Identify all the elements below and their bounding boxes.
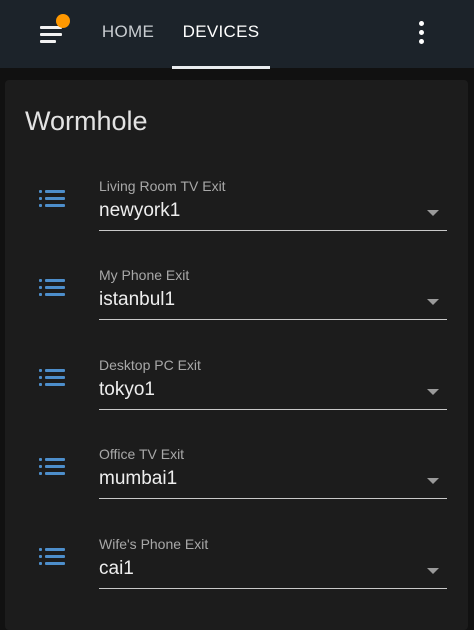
- wormhole-row: Wife's Phone Exit cai1: [5, 536, 468, 618]
- more-vert-icon[interactable]: [408, 18, 434, 50]
- exit-label: Living Room TV Exit: [99, 178, 226, 194]
- wormhole-row: Living Room TV Exit newyork1: [5, 178, 468, 260]
- card-title: Wormhole: [25, 106, 148, 136]
- exit-label: Wife's Phone Exit: [99, 536, 209, 552]
- list-bulleted-icon: [39, 279, 65, 301]
- dropdown-arrow-icon: [427, 210, 439, 216]
- wormhole-row: Desktop PC Exit tokyo1: [5, 357, 468, 439]
- exit-value: mumbai1: [99, 468, 178, 489]
- list-bulleted-icon: [39, 369, 65, 391]
- exit-label: My Phone Exit: [99, 267, 190, 283]
- exit-value: tokyo1: [99, 379, 155, 400]
- dropdown-arrow-icon: [427, 299, 439, 305]
- wormhole-card: Wormhole Living Room TV Exit newyork1 My…: [5, 80, 468, 630]
- exit-select[interactable]: istanbul1: [99, 285, 447, 320]
- notification-dot: [56, 14, 70, 28]
- exit-select[interactable]: newyork1: [99, 196, 447, 231]
- list-bulleted-icon: [39, 190, 65, 212]
- menu-button[interactable]: [34, 14, 70, 50]
- wormhole-row: My Phone Exit istanbul1: [5, 267, 468, 349]
- top-app-bar: HOME DEVICES: [0, 0, 474, 69]
- exit-select[interactable]: tokyo1: [99, 375, 447, 410]
- active-tab-indicator: [172, 66, 270, 69]
- exit-select[interactable]: cai1: [99, 554, 447, 589]
- exit-value: newyork1: [99, 200, 181, 221]
- dropdown-arrow-icon: [427, 568, 439, 574]
- tab-devices[interactable]: DEVICES: [172, 0, 270, 68]
- exit-label: Office TV Exit: [99, 446, 185, 462]
- list-bulleted-icon: [39, 548, 65, 570]
- dropdown-arrow-icon: [427, 478, 439, 484]
- app-root: HOME DEVICES Wormhole Living Room TV Exi…: [0, 0, 474, 630]
- list-bulleted-icon: [39, 458, 65, 480]
- exit-select[interactable]: mumbai1: [99, 464, 447, 499]
- tab-home[interactable]: HOME: [96, 0, 160, 68]
- dropdown-arrow-icon: [427, 389, 439, 395]
- exit-value: istanbul1: [99, 289, 176, 310]
- exit-label: Desktop PC Exit: [99, 357, 201, 373]
- wormhole-row: Office TV Exit mumbai1: [5, 446, 468, 528]
- exit-value: cai1: [99, 558, 134, 579]
